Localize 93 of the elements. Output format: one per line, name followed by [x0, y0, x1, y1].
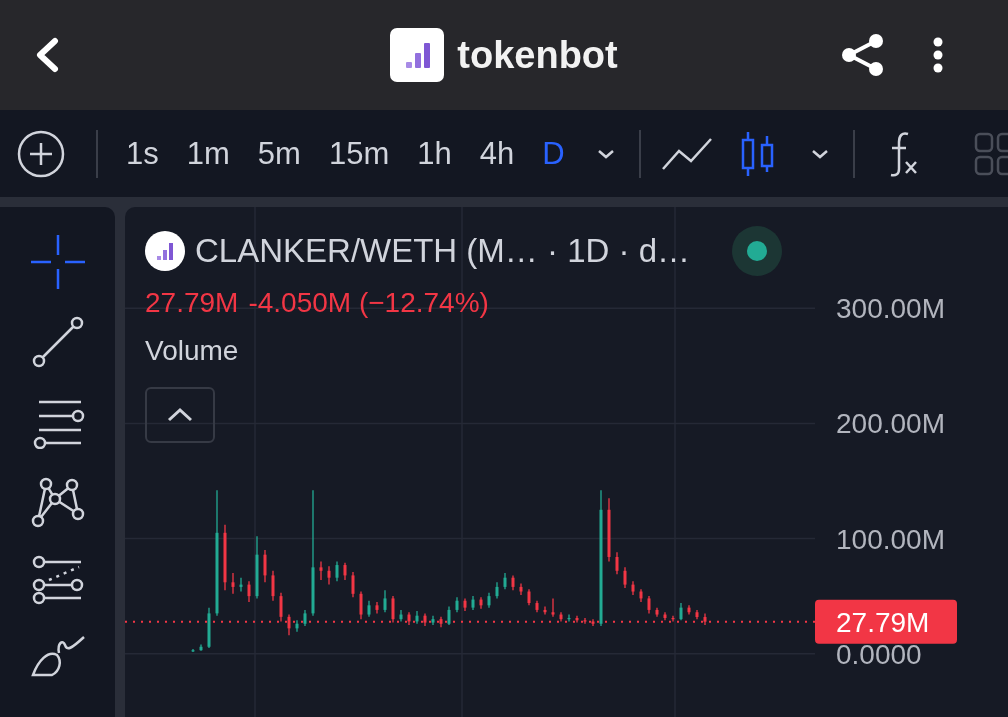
interval-tab[interactable]: 5m [257, 134, 301, 173]
app-title: tokenbot [457, 36, 618, 74]
candle [679, 602, 683, 621]
candle [319, 560, 323, 581]
candle [655, 607, 659, 618]
crosshair-icon[interactable] [30, 235, 85, 289]
candle [703, 612, 707, 626]
share-icon[interactable] [841, 33, 885, 77]
caret-icon[interactable] [596, 148, 615, 159]
dotted-lines-icon[interactable] [30, 555, 85, 605]
candle [367, 600, 371, 618]
candle [391, 595, 395, 624]
candle [375, 601, 379, 615]
node-pattern-icon[interactable] [30, 475, 85, 529]
interval-tab[interactable]: 15m [328, 134, 390, 173]
candle [583, 617, 587, 625]
candle [519, 582, 523, 596]
candle [463, 597, 467, 612]
interval-tab[interactable]: 4h [479, 134, 515, 173]
candle [615, 551, 619, 575]
candle [399, 609, 403, 623]
candle [567, 613, 571, 623]
candle [351, 571, 355, 598]
candle [407, 611, 411, 626]
candle [239, 577, 243, 593]
candle [687, 604, 691, 616]
change-value: -4.050M (−12.74%) [248, 286, 489, 320]
axis-label: 200.00M [836, 408, 945, 440]
candle [359, 590, 363, 620]
candle [303, 609, 307, 627]
symbol-title[interactable]: CLANKER/WETH (M… · 1D · d… [195, 231, 691, 271]
candle [479, 596, 483, 610]
candle [455, 596, 459, 613]
candle [623, 566, 627, 589]
interval-tab[interactable]: 1h [417, 134, 452, 173]
candle [199, 643, 203, 652]
candle [511, 574, 515, 591]
candle [551, 597, 555, 618]
candle [279, 592, 283, 623]
interval-tab[interactable]: 1m [186, 134, 230, 173]
candle [647, 595, 651, 615]
candle [383, 589, 387, 613]
candle [503, 572, 507, 590]
candle [487, 592, 491, 609]
interval-tab[interactable]: D [542, 134, 565, 173]
candle [535, 600, 539, 613]
candle [559, 611, 563, 623]
candle [495, 581, 499, 600]
candle [247, 580, 251, 603]
more-options-icon[interactable] [933, 37, 943, 73]
candle [471, 595, 475, 611]
collapse-button[interactable] [145, 387, 215, 443]
candle [207, 607, 211, 649]
price-label: 27.79M [815, 599, 957, 644]
candle [423, 612, 427, 627]
candle [415, 610, 419, 625]
interval-tab[interactable]: 1s [126, 134, 159, 173]
candle [191, 648, 195, 653]
candle [431, 615, 435, 626]
indicator-label: Volume [145, 334, 239, 368]
candle [575, 615, 579, 624]
candle [591, 618, 595, 627]
axis-label: 100.00M [836, 523, 945, 555]
candle [639, 588, 643, 603]
ref-line-label: 27.79M [836, 606, 930, 638]
candle [695, 609, 699, 620]
candle [343, 562, 347, 581]
candle [631, 580, 635, 596]
candle [335, 560, 339, 582]
caret-up-icon [166, 407, 194, 423]
candle [607, 497, 611, 563]
candle [223, 524, 227, 591]
logo-icon [390, 28, 445, 82]
caret-icon[interactable] [810, 148, 829, 159]
candle [271, 570, 275, 602]
candle [671, 615, 675, 623]
candle [231, 572, 235, 595]
candle [255, 535, 259, 600]
candle [663, 611, 667, 621]
trend-line-icon[interactable] [30, 315, 85, 369]
plus-circle-icon[interactable] [17, 129, 65, 178]
last-value: 27.79M [145, 286, 239, 320]
symbol-logo-icon [145, 231, 185, 271]
candle [439, 616, 443, 628]
line-chart-icon[interactable] [660, 136, 713, 171]
candle [263, 549, 267, 583]
candle [543, 605, 547, 616]
candle [527, 588, 531, 606]
axis-label: 300.00M [836, 293, 945, 325]
candle [287, 613, 291, 636]
candle [295, 619, 299, 633]
candle [327, 565, 331, 586]
candle [447, 605, 451, 626]
